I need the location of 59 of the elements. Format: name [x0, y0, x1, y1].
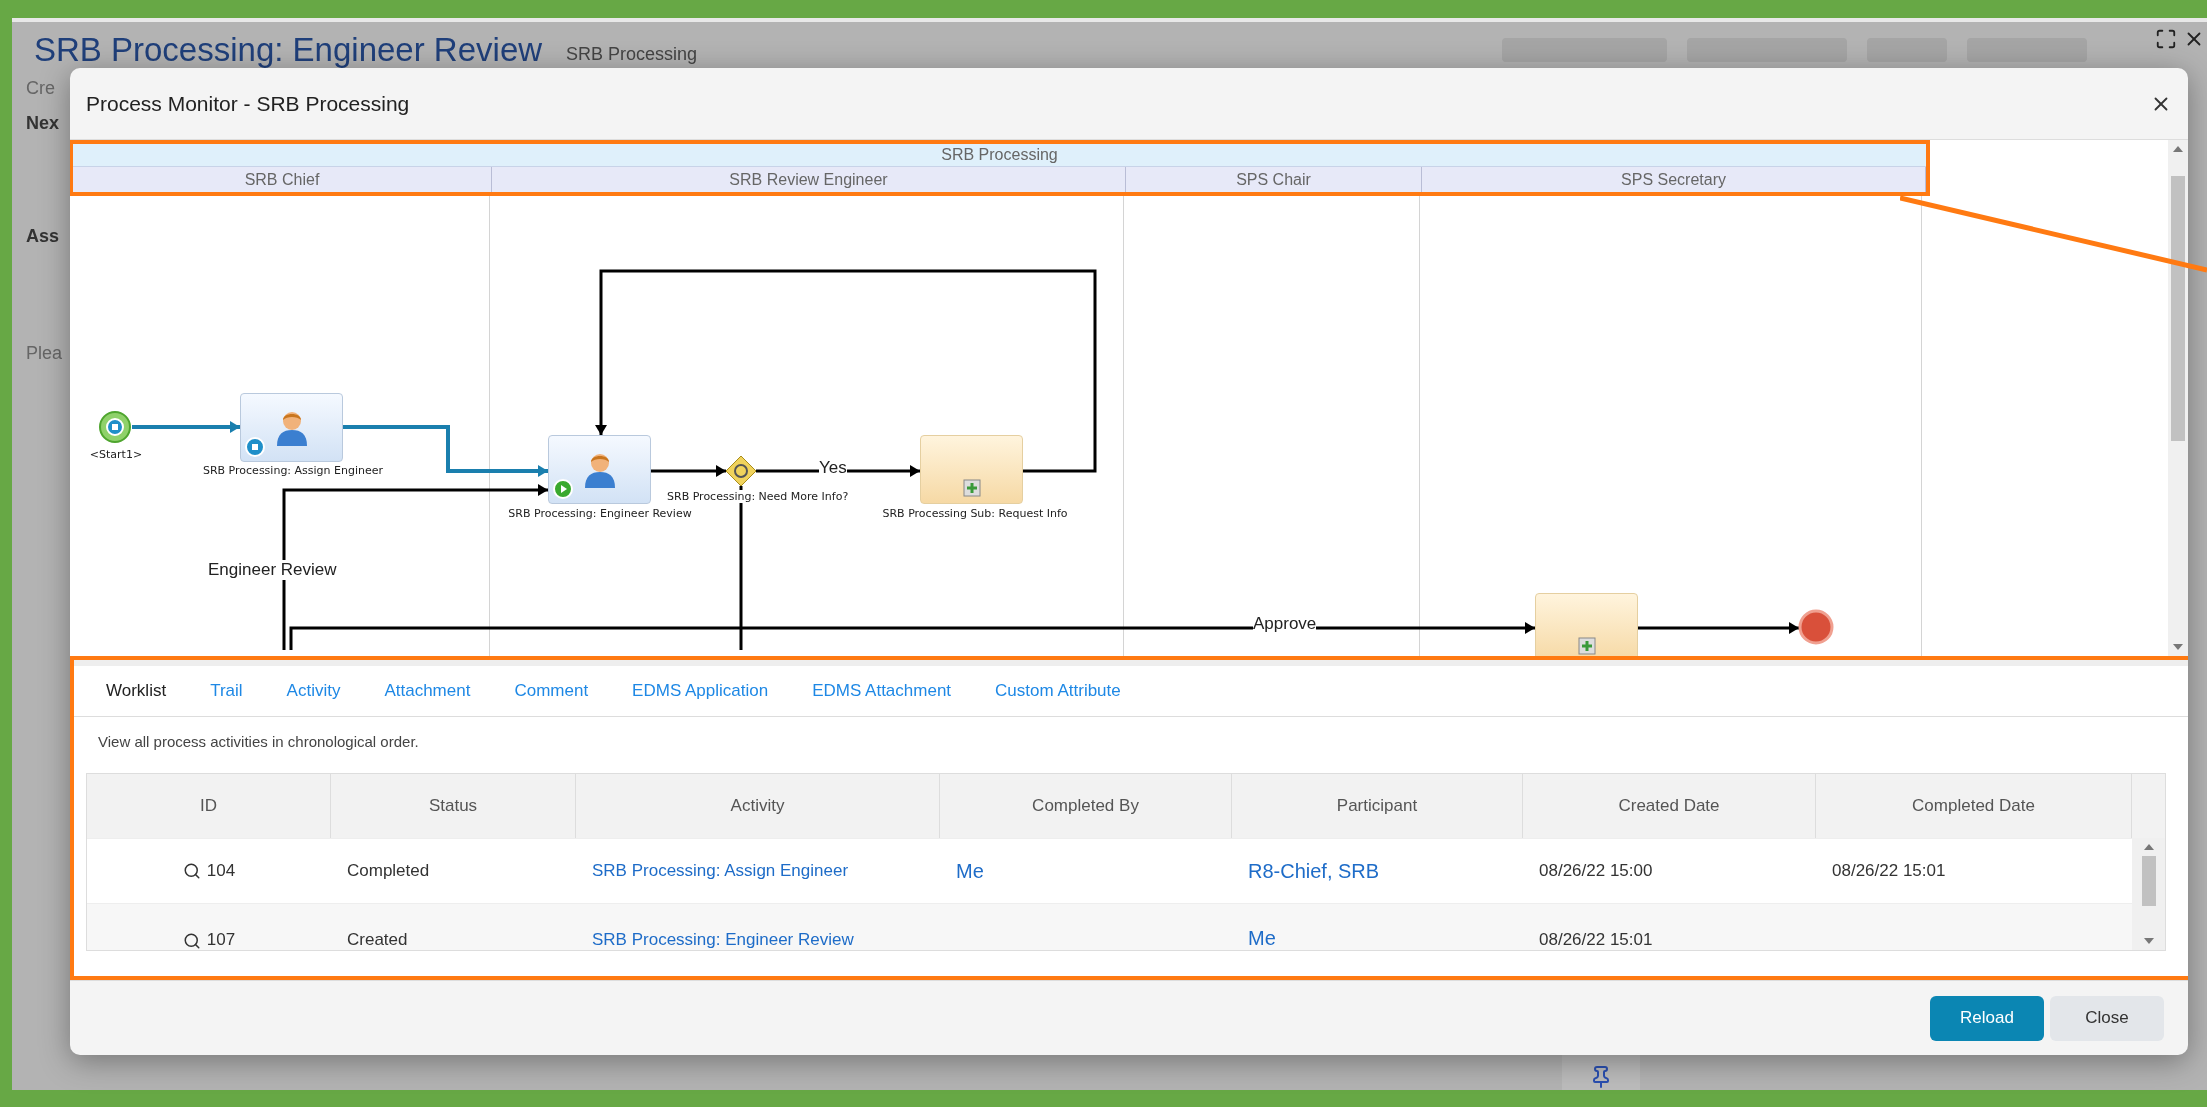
scrollbar[interactable]: [2168, 140, 2188, 656]
activity-link[interactable]: SRB Processing: Assign Engineer: [592, 861, 849, 881]
flow-label: Approve: [1253, 614, 1317, 634]
user-link[interactable]: Me: [956, 859, 984, 883]
tab[interactable]: Attachment: [362, 681, 493, 701]
tab[interactable]: Activity: [264, 681, 363, 701]
tab[interactable]: EDMS Application: [610, 681, 791, 701]
reload-button[interactable]: Reload: [1930, 995, 2044, 1041]
page-subtitle: SRB Processing: [566, 43, 698, 65]
tab[interactable]: Custom Attribute: [973, 681, 1143, 701]
start-event-icon: [98, 410, 132, 444]
page-text: Plea: [26, 343, 63, 364]
close-button[interactable]: Close: [2050, 995, 2164, 1041]
column-header: ID: [87, 774, 331, 838]
scrollbar[interactable]: [2132, 838, 2165, 950]
end-event-icon: [1798, 609, 1834, 645]
search-icon[interactable]: [182, 862, 201, 880]
page-text: Nex: [26, 113, 60, 134]
column-header: Created Date: [1523, 774, 1816, 838]
tab[interactable]: Trail: [188, 681, 265, 701]
column-header: Status: [331, 774, 576, 838]
column-header: Completed By: [940, 774, 1232, 838]
plus-icon: [962, 479, 981, 497]
id-text: 104: [206, 861, 236, 881]
pool-title: SRB Processing: [73, 144, 1926, 167]
table-cell: Created: [331, 903, 576, 950]
description-text: View all process activities in chronological order.: [97, 732, 420, 752]
dialog-title: Process Monitor - SRB Processing: [86, 91, 410, 116]
activity-link[interactable]: SRB Processing: Engineer Review: [592, 930, 854, 950]
lane-title: SPS Chair: [1126, 167, 1422, 192]
column-header: Completed Date: [1816, 774, 2132, 838]
tab[interactable]: EDMS Attachment: [790, 681, 974, 701]
id-text: 107: [206, 930, 236, 950]
lane-title: SPS Secretary: [1422, 167, 1926, 192]
page-title: SRB Processing: Engineer Review: [34, 31, 543, 69]
header-cell: [2132, 774, 2165, 838]
node-label: SRB Processing: Assign Engineer: [202, 464, 384, 477]
person-icon: [274, 409, 309, 446]
gateway-diamond-icon: [725, 455, 757, 487]
tab[interactable]: Comment: [492, 681, 611, 701]
column-header: Participant: [1232, 774, 1523, 838]
expand-icon[interactable]: [2155, 28, 2177, 50]
node-label: <Start1>: [89, 448, 143, 461]
page-text: Ass: [26, 226, 60, 247]
node-label: SRB Processing: Engineer Review: [508, 507, 692, 520]
participant-link[interactable]: Me: [1248, 927, 1276, 950]
tab[interactable]: Worklist: [84, 681, 189, 701]
node-label: SRB Processing Sub: Request Info: [882, 507, 1068, 520]
table-cell: 08/26/22 15:01: [1523, 903, 1816, 950]
node-label: SRB Processing: Need More Info?: [667, 490, 849, 503]
participant-link[interactable]: R8-Chief, SRB: [1248, 859, 1380, 883]
person-icon: [582, 451, 617, 488]
page-text: Cre: [26, 78, 55, 99]
plus-icon: [1577, 637, 1596, 655]
column-header: Activity: [576, 774, 940, 838]
lane-title: SRB Chief: [73, 167, 492, 192]
lane-title: SRB Review Engineer: [492, 167, 1126, 192]
flow-label: Engineer Review: [208, 560, 337, 580]
search-icon[interactable]: [182, 932, 201, 950]
